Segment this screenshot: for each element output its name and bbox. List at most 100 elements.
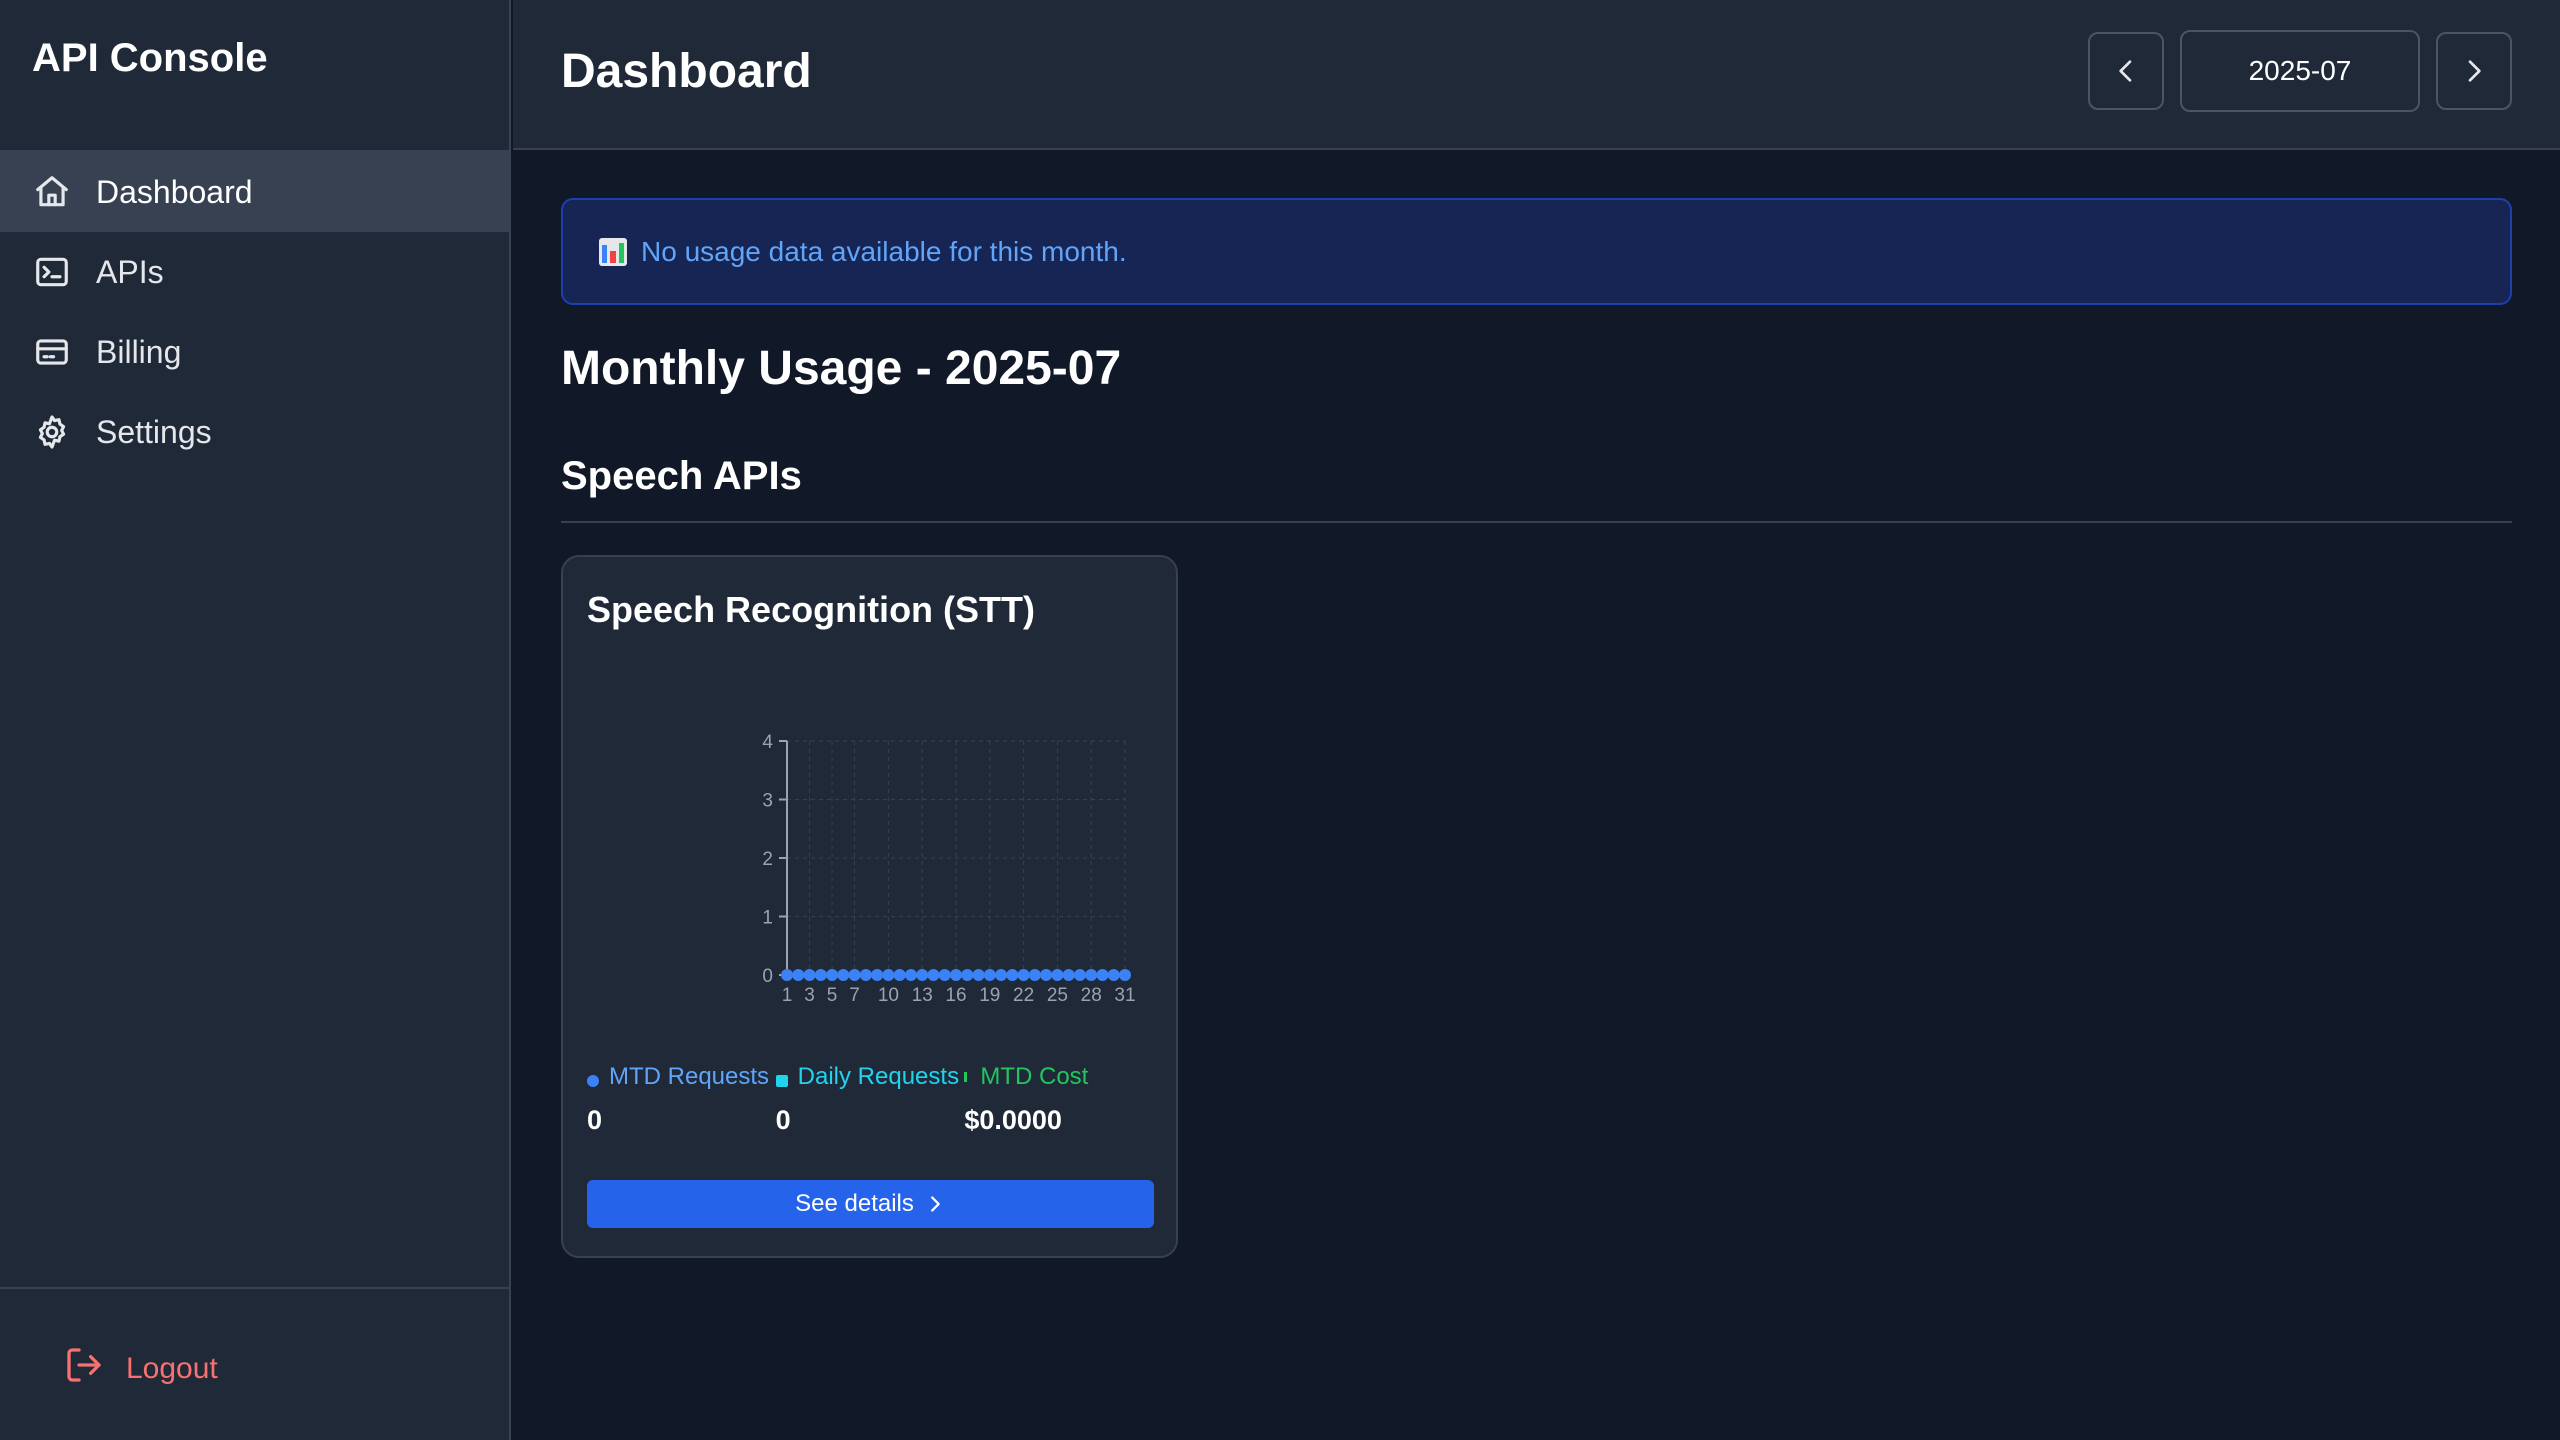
chevron-left-icon <box>2119 60 2132 82</box>
data-point <box>837 969 850 981</box>
chevron-right-icon <box>930 1196 940 1212</box>
logout-label: Logout <box>126 1352 218 1385</box>
page-title: Dashboard <box>561 45 812 98</box>
sidebar-footer: Logout <box>0 1287 509 1440</box>
data-point <box>1051 969 1064 981</box>
stat-value: 0 <box>587 1105 603 1135</box>
sidebar-item-apis[interactable]: APIs <box>0 232 509 312</box>
card-stats: MTD Requests 0 Daily Requests 0 MTD Cost… <box>587 1061 1153 1136</box>
data-point <box>995 969 1008 981</box>
data-point <box>1073 969 1086 981</box>
bar-chart-icon <box>599 237 627 266</box>
sidebar-item-settings[interactable]: Settings <box>0 392 509 472</box>
data-point <box>848 969 861 981</box>
month-selector[interactable]: 2025-07 <box>2180 30 2420 112</box>
x-tick-label: 5 <box>827 985 838 1006</box>
x-tick-label: 10 <box>878 985 899 1006</box>
stat-label: MTD Requests <box>609 1063 770 1090</box>
main-content: No usage data available for this month. … <box>561 198 2512 1258</box>
previous-month-button[interactable] <box>2088 32 2164 110</box>
brand-title: API Console <box>0 0 509 152</box>
x-tick-label: 19 <box>979 985 1000 1006</box>
y-tick-label: 0 <box>762 966 773 987</box>
x-tick-label: 22 <box>1013 985 1034 1006</box>
data-point <box>1040 969 1053 981</box>
data-point <box>1119 969 1131 981</box>
data-point <box>1062 969 1075 981</box>
data-point <box>803 969 816 981</box>
x-tick-label: 25 <box>1047 985 1068 1006</box>
month-navigator: 2025-07 <box>2088 30 2512 112</box>
data-point <box>859 969 872 981</box>
dot-icon <box>587 1075 599 1087</box>
sidebar-item-label: Billing <box>96 333 182 370</box>
data-point <box>1085 969 1098 981</box>
stat-daily-requests: Daily Requests 0 <box>775 1061 965 1136</box>
sidebar-nav: Dashboard APIs Billing Settings <box>0 152 509 472</box>
stat-mtd-cost: MTD Cost $0.0000 <box>964 1061 1153 1136</box>
data-point <box>972 969 985 981</box>
data-point <box>882 969 895 981</box>
see-details-label: See details <box>795 1190 914 1217</box>
stat-value: $0.0000 <box>964 1105 1062 1135</box>
gear-icon <box>32 412 72 452</box>
data-point <box>938 969 951 981</box>
logout-icon <box>64 1345 126 1393</box>
usage-line-chart: 012341 3 5 7 10 13 16 19 22 25 28 31 <box>762 732 1135 1006</box>
data-point <box>1096 969 1109 981</box>
x-tick-label: 28 <box>1081 985 1102 1006</box>
data-point <box>893 969 906 981</box>
x-tick-label: 3 <box>804 985 815 1006</box>
data-point <box>927 969 940 981</box>
sidebar-item-label: Settings <box>96 413 212 450</box>
next-month-button[interactable] <box>2436 32 2512 110</box>
y-tick-label: 1 <box>762 908 773 929</box>
chevron-right-icon <box>2468 60 2481 82</box>
sidebar-item-label: Dashboard <box>96 173 253 210</box>
y-tick-label: 4 <box>762 732 773 753</box>
data-point <box>781 969 793 981</box>
logout-button[interactable]: Logout <box>64 1345 218 1393</box>
data-point <box>961 969 974 981</box>
no-data-alert: No usage data available for this month. <box>561 198 2512 305</box>
sidebar-item-dashboard[interactable]: Dashboard <box>0 152 509 232</box>
bars-icon <box>775 1075 788 1087</box>
stat-mtd-requests: MTD Requests 0 <box>587 1061 776 1136</box>
data-point <box>814 969 827 981</box>
data-point <box>1017 969 1030 981</box>
y-tick-label: 2 <box>762 849 773 870</box>
data-point <box>826 969 839 981</box>
stat-value: 0 <box>775 1105 791 1135</box>
alert-text: No usage data available for this month. <box>641 235 1127 267</box>
sidebar: API Console Dashboard APIs Billing Setti… <box>0 0 511 1440</box>
terminal-icon <box>32 252 72 292</box>
top-header: Dashboard 2025-07 <box>513 0 2560 150</box>
data-point <box>1006 969 1019 981</box>
x-tick-label: 7 <box>849 985 860 1006</box>
data-point <box>904 969 917 981</box>
stat-label: Daily Requests <box>797 1063 960 1090</box>
data-point <box>983 969 996 981</box>
y-tick-label: 3 <box>762 791 773 812</box>
stat-label: MTD Cost <box>980 1063 1089 1090</box>
x-tick-label: 16 <box>945 985 966 1006</box>
sidebar-item-label: APIs <box>96 253 164 290</box>
x-tick-label: 13 <box>912 985 933 1006</box>
home-icon <box>32 172 72 212</box>
data-point <box>950 969 962 981</box>
data-point <box>871 969 884 981</box>
x-tick-label: 1 <box>782 985 793 1006</box>
data-point <box>1028 969 1041 981</box>
see-details-button[interactable]: See details <box>587 1180 1154 1228</box>
data-point <box>792 969 805 981</box>
api-usage-card: Speech Recognition (STT) 0 1 2 3 4 1 3 5 7 10 13 16… <box>561 555 1178 1258</box>
data-point <box>1107 969 1120 981</box>
trend-icon <box>964 1072 970 1082</box>
card-title: Speech Recognition (STT) <box>587 589 1036 630</box>
sidebar-item-billing[interactable]: Billing <box>0 312 509 392</box>
x-tick-label: 31 <box>1114 985 1135 1006</box>
data-point <box>916 969 929 981</box>
section-title: Speech APIs <box>561 454 2512 523</box>
credit-card-icon <box>32 332 72 372</box>
monthly-usage-title: Monthly Usage - 2025-07 <box>561 342 1122 395</box>
